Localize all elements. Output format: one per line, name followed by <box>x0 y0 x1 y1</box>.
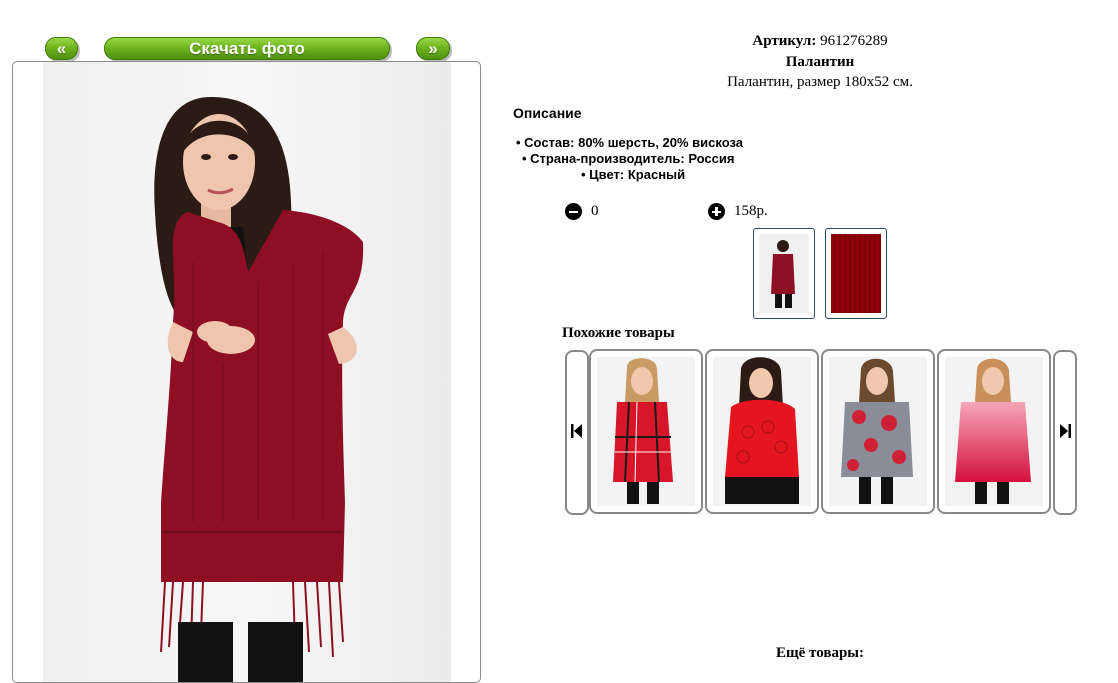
description-item-composition: Состав: 80% шерсть, 20% вискоза <box>516 135 743 150</box>
description-item-country: Страна-производитель: Россия <box>522 151 734 166</box>
download-photo-button[interactable]: Скачать фото <box>104 37 390 60</box>
minus-icon[interactable] <box>565 203 582 220</box>
red-plaid-scarf-image <box>597 357 695 506</box>
similar-item-card[interactable] <box>821 349 935 514</box>
model-in-red-scarf-image <box>154 97 364 682</box>
article-value: 961276289 <box>820 33 888 49</box>
skip-forward-icon <box>1060 424 1071 438</box>
article-label: Артикул: <box>752 33 817 49</box>
product-title: Палантин <box>785 54 855 70</box>
pink-gradient-scarf-image <box>945 357 1043 506</box>
similar-heading: Похожие товары <box>562 325 675 341</box>
description-item-color: Цвет: Красный <box>581 167 685 182</box>
main-photo-frame <box>12 61 481 683</box>
quantity-control: 0 <box>565 203 599 220</box>
similar-item-card[interactable] <box>937 349 1051 514</box>
floral-scarf-image <box>829 357 927 506</box>
prev-photo-button[interactable]: « <box>45 37 78 60</box>
red-lace-scarf-image <box>713 357 811 506</box>
similar-item-card[interactable] <box>589 349 703 514</box>
plus-icon[interactable] <box>708 203 725 220</box>
carousel-prev-button[interactable] <box>565 350 589 515</box>
photo-thumbnail-fabric[interactable] <box>825 228 887 319</box>
quantity-value: 0 <box>591 203 599 219</box>
description-heading: Описание <box>513 105 582 121</box>
price-value: 158р. <box>734 203 768 219</box>
next-photo-button[interactable]: » <box>416 37 450 60</box>
carousel-next-button[interactable] <box>1053 350 1077 515</box>
similar-item-card[interactable] <box>705 349 819 514</box>
skip-back-icon <box>571 424 582 438</box>
more-products-heading: Ещё товары: <box>775 645 865 661</box>
product-subtitle: Палантин, размер 180х52 см. <box>727 74 913 90</box>
article-line: Артикул: 961276289 <box>500 33 1118 50</box>
price-control: 158р. <box>708 203 768 220</box>
main-product-photo <box>43 62 451 682</box>
photo-thumbnail-model[interactable] <box>753 228 815 319</box>
thumbnail-model-image <box>771 240 795 308</box>
